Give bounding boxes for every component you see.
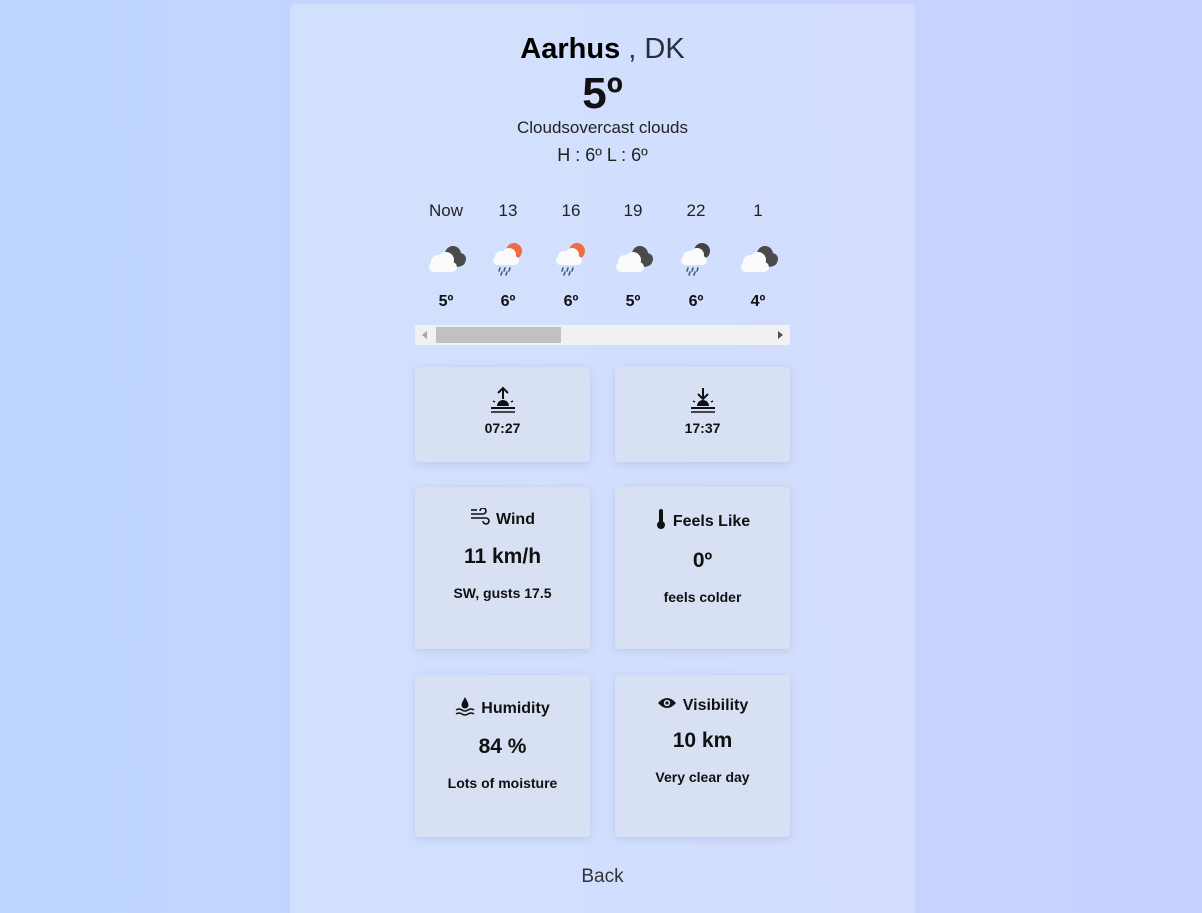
wind-title: Wind [415, 507, 590, 531]
thermometer-icon [655, 508, 667, 535]
humidity-icon [455, 696, 475, 721]
sunset-card: 17:37 [615, 367, 790, 462]
city-name: Aarhus [520, 33, 621, 65]
sunset-time: 17:37 [684, 420, 721, 436]
hour-label: 1 [753, 201, 763, 220]
hour-label: 22 [686, 201, 706, 220]
hour-temperature: 6º [500, 293, 516, 310]
sunrise-card: 07:27 [415, 367, 590, 462]
hourly-item: 16 6º [541, 199, 601, 311]
cloudy-icon [728, 235, 788, 283]
humidity-title: Humidity [415, 696, 590, 721]
sunrise-icon [415, 386, 590, 414]
hour-label: 19 [623, 201, 643, 220]
weather-panel: Aarhus , DK 5º Cloudsovercast clouds H :… [290, 4, 915, 913]
scroll-right-arrow-icon[interactable] [778, 331, 783, 339]
hour-label: 13 [498, 201, 518, 220]
hour-temperature: 5º [625, 293, 641, 310]
back-button[interactable]: Back [290, 866, 915, 888]
hourly-item: 22 6º [666, 199, 726, 311]
sun-rain-icon [478, 235, 538, 283]
current-temperature: 5º [582, 69, 623, 118]
location-heading: Aarhus , DK [290, 32, 915, 66]
cloudy-icon [416, 235, 476, 283]
wind-card: Wind 11 km/h SW, gusts 17.5 [415, 487, 590, 649]
country-code: , DK [628, 33, 685, 65]
scroll-left-arrow-icon[interactable] [422, 331, 427, 339]
humidity-value: 84 % [478, 735, 527, 758]
sunrise-time: 07:27 [484, 420, 521, 436]
hourly-item: 19 5º [603, 199, 663, 311]
feels-like-detail: feels colder [663, 589, 742, 605]
humidity-detail: Lots of moisture [447, 775, 558, 791]
feels-like-value: 0º [692, 549, 713, 572]
sunset-icon [615, 386, 790, 414]
feels-like-card: Feels Like 0º feels colder [615, 487, 790, 649]
hour-label: Now [428, 201, 463, 220]
feels-like-label: Feels Like [672, 512, 751, 530]
hourly-forecast[interactable]: Now 5º 13 6º 16 6º 19 5º 22 6º 1 4º [415, 199, 790, 345]
humidity-card: Humidity 84 % Lots of moisture [415, 675, 590, 837]
high-low-temperature: H : 6º L : 6º [557, 145, 648, 165]
hourly-item: 1 4º [728, 199, 788, 311]
hour-temperature: 4º [750, 293, 766, 310]
visibility-detail: Very clear day [655, 769, 750, 785]
wind-speed: 11 km/h [463, 545, 542, 568]
cloudy-icon [603, 235, 663, 283]
horizontal-scrollbar[interactable] [415, 325, 790, 345]
hourly-item: 13 6º [478, 199, 538, 311]
visibility-value: 10 km [672, 729, 733, 752]
visibility-title: Visibility [615, 696, 790, 715]
hour-temperature: 6º [563, 293, 579, 310]
eye-icon [657, 696, 677, 715]
wind-icon [470, 507, 490, 531]
wind-label: Wind [496, 510, 535, 528]
visibility-card: Visibility 10 km Very clear day [615, 675, 790, 837]
hour-temperature: 6º [688, 293, 704, 310]
hourly-item: Now 5º [416, 199, 476, 311]
feels-like-title: Feels Like [615, 508, 790, 535]
sun-rain-icon [541, 235, 601, 283]
wind-detail: SW, gusts 17.5 [453, 585, 552, 601]
weather-description: Cloudsovercast clouds [516, 118, 689, 137]
humidity-label: Humidity [481, 699, 550, 717]
scrollbar-thumb[interactable] [436, 327, 561, 343]
night-rain-icon [666, 235, 726, 283]
hour-temperature: 5º [438, 293, 454, 310]
visibility-label: Visibility [682, 696, 749, 714]
hour-label: 16 [561, 201, 581, 220]
